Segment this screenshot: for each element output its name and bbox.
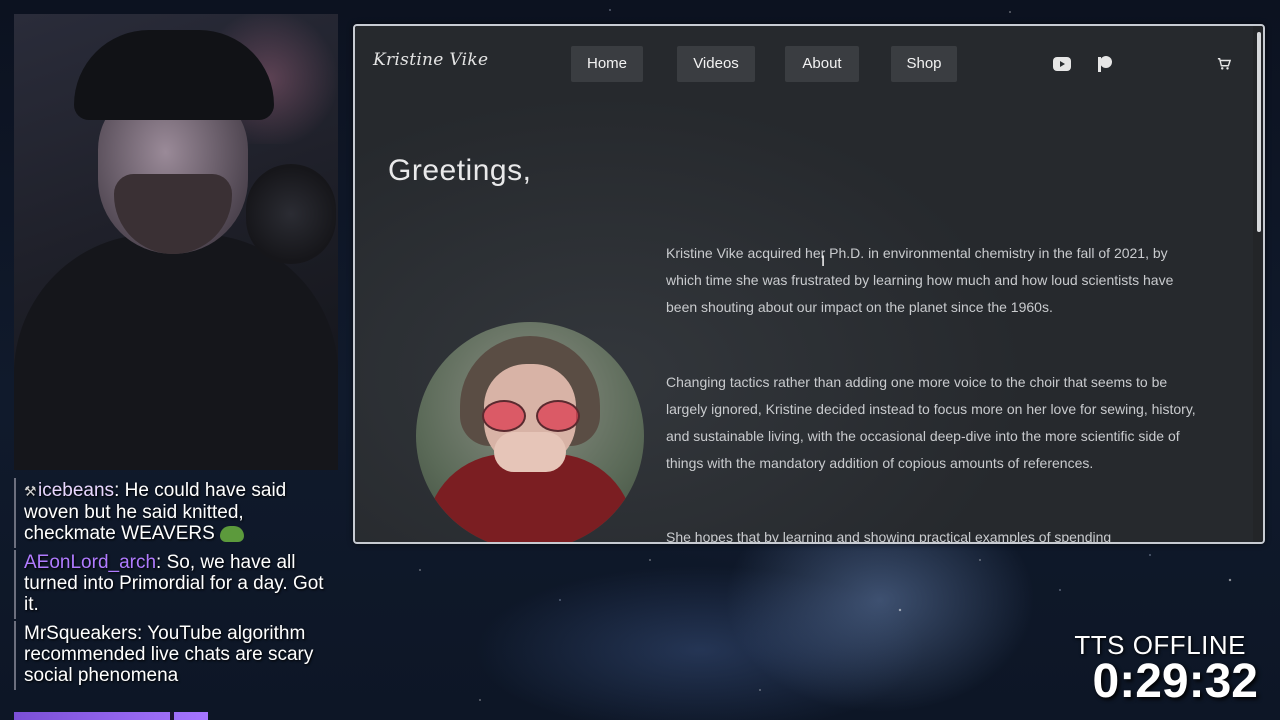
webcam-feed [14, 14, 338, 470]
glasses-right-lens [536, 400, 580, 432]
patreon-icon[interactable] [1096, 56, 1114, 72]
bio-paragraph-1: Kristine Vike acquired her Ph.D. in envi… [666, 245, 1174, 315]
pickaxe-badge-icon: ⚒ [24, 483, 37, 499]
scrollbar-thumb[interactable] [1257, 32, 1261, 232]
pepe-emote-icon [220, 525, 245, 542]
bio-paragraph-3: She hopes that by learning and showing p… [666, 529, 1112, 542]
website-viewport[interactable]: Kristine Vike Home Videos About Shop Gre… [355, 26, 1253, 542]
page-heading: Greetings, [388, 154, 532, 187]
profile-photo [416, 322, 644, 542]
nav-home-button[interactable]: Home [571, 46, 643, 82]
nav-videos-button[interactable]: Videos [677, 46, 755, 82]
glasses-left-lens [482, 400, 526, 432]
bio-paragraph-2: Changing tactics rather than adding one … [666, 374, 1196, 471]
photo-glasses [478, 400, 582, 432]
microphone [246, 164, 336, 264]
progress-bar [14, 712, 208, 720]
chat-message: MrSqueakers: YouTube algorithm recommend… [14, 621, 334, 690]
cart-icon[interactable] [1217, 56, 1231, 72]
text-cursor-icon: I [821, 254, 826, 270]
chat-username: icebeans [38, 480, 115, 501]
chat-message: ⚒icebeans: He could have said woven but … [14, 478, 334, 548]
page-scrollbar[interactable] [1253, 26, 1263, 542]
chat-message: AEonLord_arch: So, we have all turned in… [14, 550, 334, 619]
chat-separator: : [114, 480, 125, 501]
nav-about-button[interactable]: About [785, 46, 859, 82]
site-logo[interactable]: Kristine Vike [373, 50, 488, 70]
progress-bar-divider [170, 712, 174, 720]
chat-separator: : [156, 552, 167, 573]
stream-overlay: ⚒icebeans: He could have said woven but … [0, 0, 1280, 720]
photo-hands [494, 432, 566, 472]
chat-panel: ⚒icebeans: He could have said woven but … [14, 478, 334, 708]
chat-separator: : [137, 623, 148, 644]
stream-timer: 0:29:32 [1092, 655, 1258, 708]
youtube-icon[interactable] [1053, 56, 1071, 72]
webcam-hoodie [14, 234, 338, 470]
browser-window: Kristine Vike Home Videos About Shop Gre… [353, 24, 1265, 544]
nav-shop-button[interactable]: Shop [891, 46, 957, 82]
chat-username: AEonLord_arch [24, 552, 157, 573]
chat-username: MrSqueakers [24, 623, 137, 644]
